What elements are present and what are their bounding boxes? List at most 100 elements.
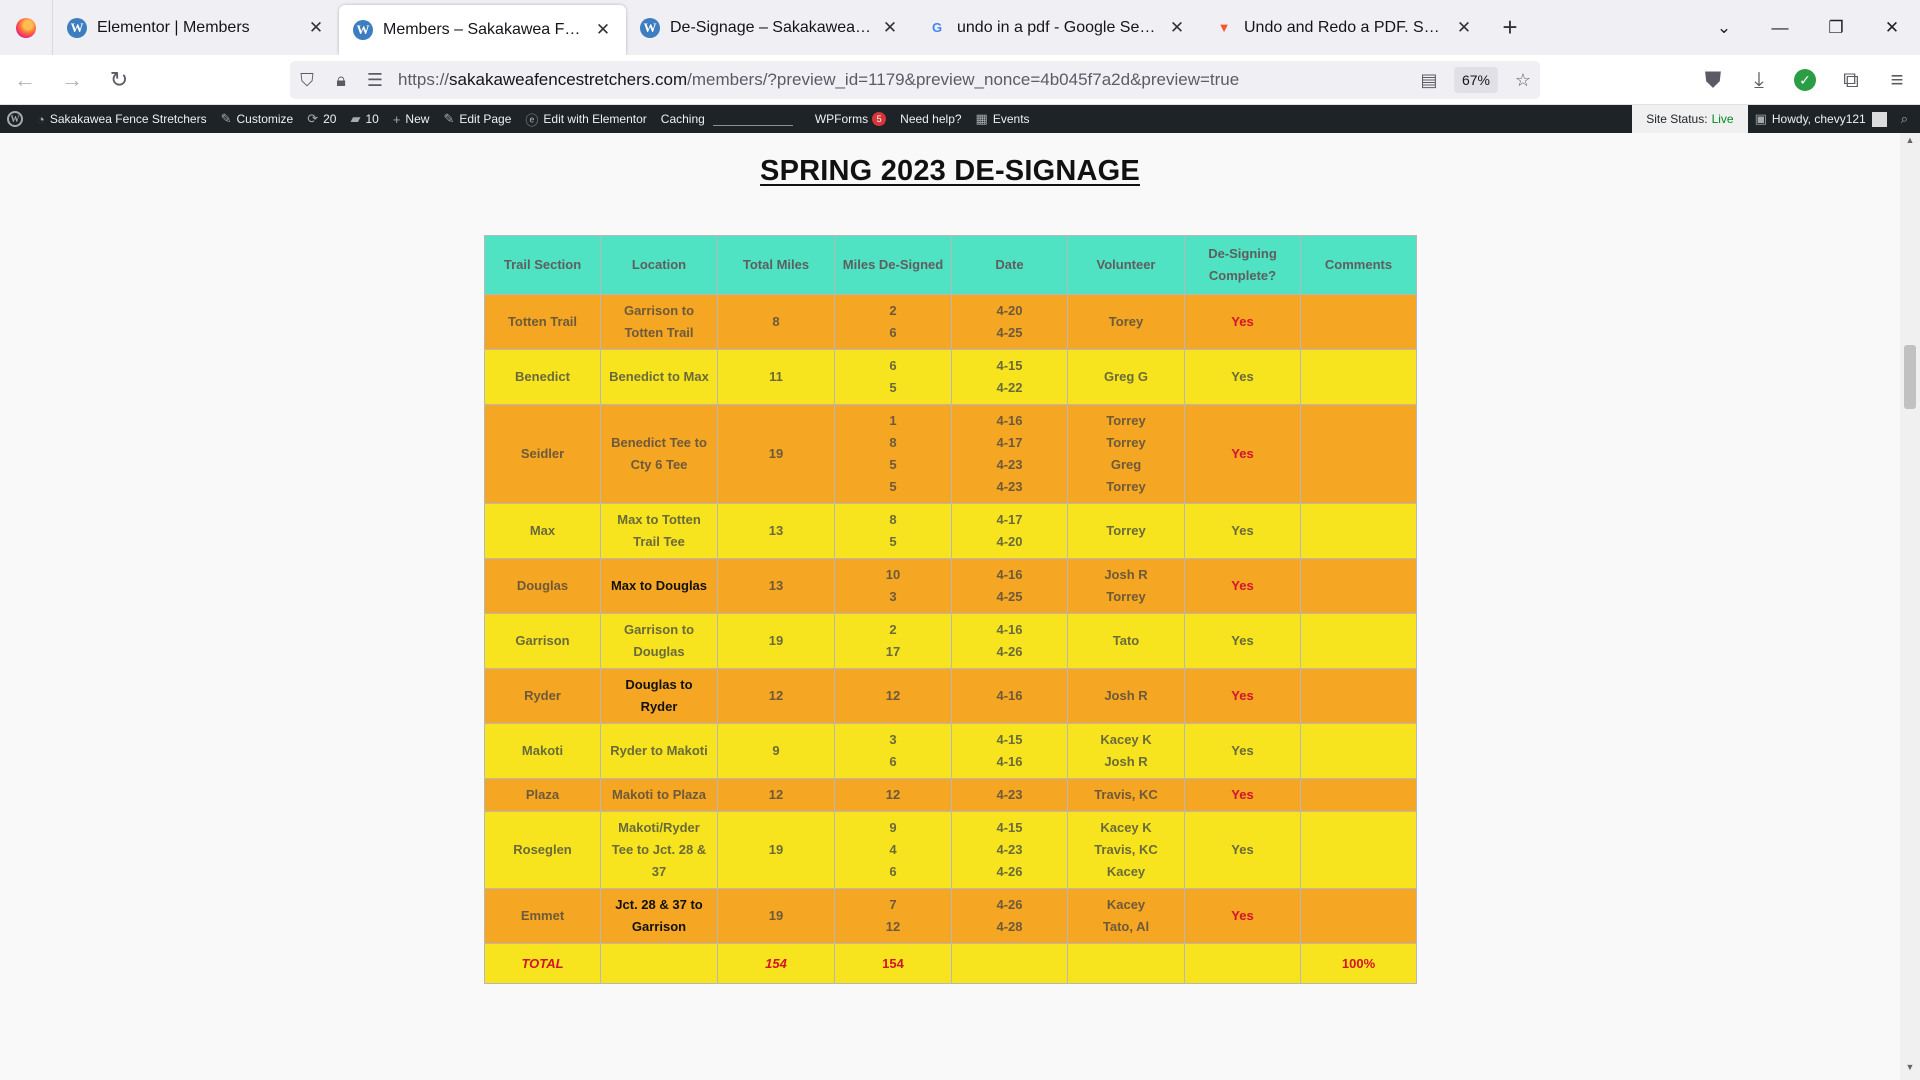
cell-trail-section: Max [484, 503, 601, 559]
page-scrollbar[interactable]: ▲ ▼ [1900, 133, 1920, 1080]
permissions-icon[interactable]: ☰ [358, 70, 392, 91]
tab-undo-redo-pdf[interactable]: ▼ Undo and Redo a PDF. Search, Edit ✕ [1200, 0, 1487, 55]
need-help-label: Need help? [900, 112, 962, 126]
cell-date-value: 4-16 [996, 622, 1023, 637]
minimize-button[interactable]: — [1752, 0, 1808, 55]
customize-link[interactable]: ✎ Customize [214, 105, 301, 133]
extensions-icon[interactable]: ⧉ [1828, 62, 1874, 98]
scroll-thumb[interactable] [1904, 345, 1916, 409]
new-content-link[interactable]: + New [386, 105, 437, 133]
cell-miles-designed: 9 4 6 [834, 811, 952, 889]
cell-date: 4-15 4-22 [951, 349, 1068, 405]
caching-field[interactable] [712, 112, 793, 126]
menu-icon[interactable]: ≡ [1874, 62, 1920, 98]
close-icon[interactable]: ✕ [1453, 18, 1475, 38]
pocket-icon[interactable]: ⛊ [1690, 62, 1736, 98]
total-percent: 100% [1300, 943, 1417, 984]
cell-volunteer-value: Kacey K [1100, 732, 1152, 747]
new-tab-button[interactable]: + [1487, 0, 1533, 55]
header-trail-section: Trail Section [484, 235, 601, 295]
url-text[interactable]: https://sakakaweafencestretchers.com/mem… [392, 70, 1412, 90]
cell-location: Ryder to Makoti [600, 723, 718, 779]
wpforms-label: WPForms [814, 112, 869, 126]
avatar [1871, 111, 1887, 127]
cell-date: 4-15 4-23 4-26 [951, 811, 1068, 889]
forward-button[interactable]: → [50, 62, 94, 98]
howdy-user-menu[interactable]: ▣ Howdy, chevy121 [1748, 105, 1894, 133]
cell-complete: Yes [1184, 613, 1301, 669]
cell-date-value: 4-25 [996, 325, 1023, 340]
close-icon[interactable]: ✕ [879, 18, 901, 38]
cell-complete: Yes [1184, 503, 1301, 559]
cell-volunteer-value: Torrey [1106, 435, 1146, 450]
page-title: SPRING 2023 DE-SIGNAGE [760, 155, 1140, 187]
close-window-button[interactable]: ✕ [1864, 0, 1920, 55]
reader-view-icon[interactable]: ▤ [1412, 70, 1446, 91]
tab-elementor-members[interactable]: W Elementor | Members ✕ [52, 0, 339, 55]
close-icon[interactable]: ✕ [592, 20, 614, 40]
cell-miles-designed-value: 17 [885, 644, 901, 659]
comments-link[interactable]: ▰ 10 [343, 105, 385, 133]
events-link[interactable]: ▦ Events [969, 105, 1037, 133]
table-row: Makoti Ryder to Makoti 9 3 6 4-15 4-16 Kacey KJ… [484, 723, 1417, 779]
cell-date-value: 4-23 [996, 457, 1023, 472]
cell-date-value: 4-23 [996, 842, 1023, 857]
back-button[interactable]: ← [3, 62, 47, 98]
cell-date-value: 4-15 [996, 732, 1023, 747]
cell-volunteer-value: Josh R [1104, 567, 1148, 582]
caching-link[interactable]: Caching [654, 105, 808, 133]
close-icon[interactable]: ✕ [305, 18, 327, 38]
scroll-down-arrow[interactable]: ▼ [1900, 1062, 1920, 1078]
wp-logo-button[interactable]: W [0, 105, 30, 133]
total-empty [1067, 943, 1185, 984]
list-tabs-button[interactable]: ⌄ [1696, 0, 1752, 55]
cell-volunteer: Torrey Torrey Greg Torrey [1067, 404, 1185, 504]
cell-comments [1300, 503, 1417, 559]
tab-google-search[interactable]: G undo in a pdf - Google Search ✕ [913, 0, 1200, 55]
customize-label: Customize [236, 112, 294, 126]
zoom-level[interactable]: 67% [1454, 67, 1498, 93]
cell-miles-designed: 26 [834, 294, 952, 350]
tab-members[interactable]: W Members – Sakakawea Fence Stretchers ✕ [339, 5, 626, 55]
tab-de-signage[interactable]: W De-Signage – Sakakawea Fence Stretcher… [626, 0, 913, 55]
cell-date-value: 4-26 [996, 897, 1023, 912]
firefox-menu[interactable] [0, 0, 52, 55]
total-row: TOTAL 154 154 100% [484, 943, 1417, 984]
url-bar[interactable]: ⛉ 🔒︎ ☰ https://sakakaweafencestretchers.… [290, 61, 1540, 99]
cell-comments [1300, 778, 1417, 812]
tracking-protection-icon[interactable]: ⛉ [290, 70, 324, 91]
tab-spacer [1533, 0, 1696, 55]
cell-date-value: 4-17 [996, 512, 1023, 527]
extension-check-button[interactable]: ✓ [1782, 62, 1828, 98]
lock-icon[interactable]: 🔒︎ [324, 70, 358, 91]
close-icon[interactable]: ✕ [1166, 18, 1188, 38]
cell-total-miles: 11 [717, 349, 835, 405]
cell-comments [1300, 294, 1417, 350]
scroll-up-arrow[interactable]: ▲ [1900, 135, 1920, 151]
cell-miles-designed-value: 3 [889, 589, 897, 604]
check-icon: ✓ [1794, 69, 1816, 91]
header-comments: Comments [1300, 235, 1417, 295]
new-label: New [405, 112, 430, 126]
cell-volunteer: Travis, KC [1067, 778, 1185, 812]
reload-button[interactable]: ↻ [97, 62, 141, 98]
cell-miles-designed-value: 12 [885, 787, 901, 802]
cell-date-value: 4-25 [996, 589, 1023, 604]
cell-location: Garrison to Totten Trail [600, 294, 718, 350]
edit-page-link[interactable]: ✎ Edit Page [436, 105, 518, 133]
cell-date-value: 4-23 [996, 479, 1023, 494]
site-status[interactable]: Site Status: Live [1632, 105, 1748, 133]
updates-link[interactable]: ⟳ 20 [300, 105, 343, 133]
wpforms-link[interactable]: WPForms 5 [808, 105, 893, 133]
bookmark-star-icon[interactable]: ☆ [1506, 70, 1540, 91]
cell-date-value: 4-26 [996, 864, 1023, 879]
site-name-link[interactable]: ◔ Sakakawea Fence Stretchers [30, 105, 214, 133]
need-help-link[interactable]: Need help? [893, 105, 968, 133]
cell-location: Benedict to Max [600, 349, 718, 405]
edit-elementor-link[interactable]: ⓔ Edit with Elementor [518, 105, 653, 133]
admin-search-button[interactable]: ⌕ [1894, 105, 1920, 133]
downloads-icon[interactable]: ⤓ [1736, 62, 1782, 98]
wordpress-icon: W [7, 111, 23, 127]
restore-button[interactable]: ❐ [1808, 0, 1864, 55]
designage-table: Trail Section Location Total Miles Miles De… [484, 235, 1417, 984]
